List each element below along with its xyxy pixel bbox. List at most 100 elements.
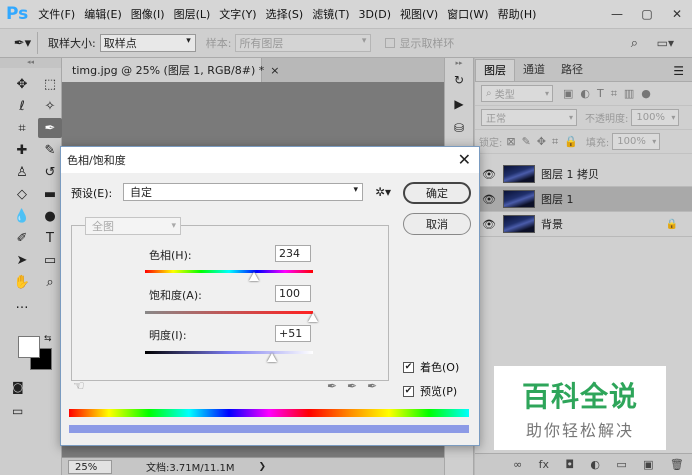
lasso-tool-icon[interactable]: ℓ xyxy=(10,96,34,116)
libraries-panel-icon[interactable]: ⛁ xyxy=(445,116,473,140)
dodge-tool-icon[interactable]: ● xyxy=(38,206,62,226)
panel-tabs: 图层 通道 路径 xyxy=(475,58,692,82)
gradient-tool-icon[interactable]: ▬ xyxy=(38,184,62,204)
foreground-color-swatch[interactable] xyxy=(18,336,40,358)
blend-mode-select[interactable]: 正常 ▾ xyxy=(481,109,577,126)
eraser-tool-icon[interactable]: ◇ xyxy=(10,184,34,204)
crop-tool-icon[interactable]: ⌗ xyxy=(10,118,34,138)
close-tab-icon[interactable]: × xyxy=(270,64,279,77)
panel-grip[interactable]: ◂◂ xyxy=(0,58,61,68)
saturation-input[interactable]: 100 xyxy=(275,285,311,302)
opacity-field[interactable]: 100% ▾ xyxy=(631,109,680,126)
checkbox-box xyxy=(385,38,396,48)
tab-channels[interactable]: 通道 xyxy=(515,59,553,81)
screen-mode-icon[interactable]: ▭ xyxy=(12,404,23,418)
lightness-slider-track[interactable] xyxy=(145,351,313,354)
close-window-button[interactable]: ✕ xyxy=(662,7,692,21)
hand-tool-icon[interactable]: ✋ xyxy=(10,272,34,292)
menu-view[interactable]: 视图(V) xyxy=(400,6,438,22)
menu-3d[interactable]: 3D(D) xyxy=(359,8,392,21)
ok-button[interactable]: 确定 xyxy=(403,182,471,204)
preview-checkbox[interactable]: ✔ 预览(P) xyxy=(403,383,457,399)
swap-colors-icon[interactable]: ⇆ xyxy=(44,334,52,344)
shape-tool-icon[interactable]: ▭ xyxy=(38,250,62,270)
layer-row[interactable]: 👁 图层 1 拷贝 xyxy=(475,162,692,187)
chevron-down-icon: ▾ xyxy=(361,36,367,46)
chevron-down-icon: ▾ xyxy=(171,221,176,231)
sample-size-select[interactable]: 取样点 ▾ xyxy=(99,34,196,52)
preset-select[interactable]: 自定 ▾ xyxy=(123,183,363,201)
channel-select: 全图 ▾ xyxy=(85,217,181,235)
output-color-bar xyxy=(69,425,469,433)
chevron-right-icon[interactable]: ❯ xyxy=(259,462,267,472)
layer-row[interactable]: 👁 背景 🔒 xyxy=(475,212,692,237)
menu-edit[interactable]: 编辑(E) xyxy=(84,6,122,22)
layer-filter-icons[interactable]: ▣◐T⌗▥● xyxy=(563,87,658,101)
saturation-slider-thumb[interactable] xyxy=(308,313,318,322)
tab-paths[interactable]: 路径 xyxy=(553,59,591,81)
search-icon: ⌕ xyxy=(486,88,492,99)
chevron-down-icon: ▾ xyxy=(353,185,358,195)
type-tool-icon[interactable]: T xyxy=(38,228,62,248)
menu-help[interactable]: 帮助(H) xyxy=(498,6,537,22)
actions-panel-icon[interactable]: ▶ xyxy=(445,92,473,116)
checkbox-box: ✔ xyxy=(403,361,414,373)
dialog-title-bar[interactable]: 色相/饱和度 ✕ xyxy=(61,147,479,173)
layers-footer: ∞ fx ◘ ◐ ▭ ▣ 🗑 xyxy=(475,453,692,475)
menu-filter[interactable]: 滤镜(T) xyxy=(312,6,349,22)
layer-filter-select[interactable]: ⌕ 类型 ▾ xyxy=(481,85,553,102)
add-mask-icon[interactable]: ◘ xyxy=(565,458,574,471)
path-selection-tool-icon[interactable]: ➤ xyxy=(10,250,34,270)
quick-mask-icon[interactable]: ◙ xyxy=(12,380,24,394)
colorize-checkbox[interactable]: ✔ 着色(O) xyxy=(403,359,459,375)
maximize-button[interactable]: ▢ xyxy=(632,7,662,21)
workspace-icon[interactable]: ▭▾ xyxy=(657,36,674,50)
close-icon[interactable]: ✕ xyxy=(458,150,471,169)
history-panel-icon[interactable]: ↻ xyxy=(445,68,473,92)
menu-file[interactable]: 文件(F) xyxy=(38,6,75,22)
tab-layers[interactable]: 图层 xyxy=(475,59,515,81)
saturation-label: 饱和度(A): xyxy=(149,289,202,302)
brush-tool-icon[interactable]: ✎ xyxy=(38,140,62,160)
panel-grip[interactable]: ▸▸ xyxy=(445,58,473,68)
clone-stamp-tool-icon[interactable]: ♙ xyxy=(10,162,34,182)
lock-icons[interactable]: ⊠✎✥⌗🔒 xyxy=(506,135,584,149)
gear-icon[interactable]: ✲▾ xyxy=(375,185,391,199)
more-tools-icon[interactable]: … xyxy=(10,294,34,314)
magic-wand-tool-icon[interactable]: ✧ xyxy=(38,96,62,116)
panel-menu-icon[interactable]: ☰ xyxy=(673,64,684,78)
cancel-button[interactable]: 取消 xyxy=(403,213,471,235)
marquee-tool-icon[interactable]: ⬚ xyxy=(38,74,62,94)
minimize-button[interactable]: — xyxy=(602,7,632,21)
saturation-slider-track[interactable] xyxy=(145,311,313,314)
menu-select[interactable]: 选择(S) xyxy=(266,6,304,22)
move-tool-icon[interactable]: ✥ xyxy=(10,74,34,94)
hue-input[interactable]: 234 xyxy=(275,245,311,262)
history-brush-tool-icon[interactable]: ↺ xyxy=(38,162,62,182)
hue-slider-thumb[interactable] xyxy=(249,272,260,281)
zoom-tool-icon[interactable]: ⌕ xyxy=(38,272,62,292)
menu-type[interactable]: 文字(Y) xyxy=(219,6,256,22)
layer-style-icon[interactable]: fx xyxy=(539,458,549,471)
blur-tool-icon[interactable]: 💧 xyxy=(10,206,34,226)
menu-layer[interactable]: 图层(L) xyxy=(174,6,211,22)
new-layer-icon[interactable]: ▣ xyxy=(643,458,653,471)
new-group-icon[interactable]: ▭ xyxy=(616,458,626,471)
menu-window[interactable]: 窗口(W) xyxy=(447,6,488,22)
menu-image[interactable]: 图像(I) xyxy=(131,6,165,22)
link-layers-icon[interactable]: ∞ xyxy=(513,458,522,471)
hue-slider-track[interactable] xyxy=(145,270,313,273)
adjustment-layer-icon[interactable]: ◐ xyxy=(590,458,600,471)
document-tab[interactable]: timg.jpg @ 25% (图层 1, RGB/8#) * × xyxy=(62,58,279,82)
healing-brush-tool-icon[interactable]: ✚ xyxy=(10,140,34,160)
search-icon[interactable]: ⌕ xyxy=(631,36,638,51)
trash-icon[interactable]: 🗑 xyxy=(670,458,684,471)
pen-tool-icon[interactable]: ✐ xyxy=(10,228,34,248)
eyedropper-tool-icon[interactable]: ✒ xyxy=(38,118,62,138)
lightness-input[interactable]: +51 xyxy=(275,325,311,342)
fill-field[interactable]: 100% ▾ xyxy=(612,133,661,150)
lightness-slider-thumb[interactable] xyxy=(266,353,277,362)
eyedropper-preset-icon[interactable]: ✒▾ xyxy=(8,32,38,54)
layer-row[interactable]: 👁 图层 1 xyxy=(475,187,692,212)
zoom-field[interactable]: 25% xyxy=(68,459,112,474)
